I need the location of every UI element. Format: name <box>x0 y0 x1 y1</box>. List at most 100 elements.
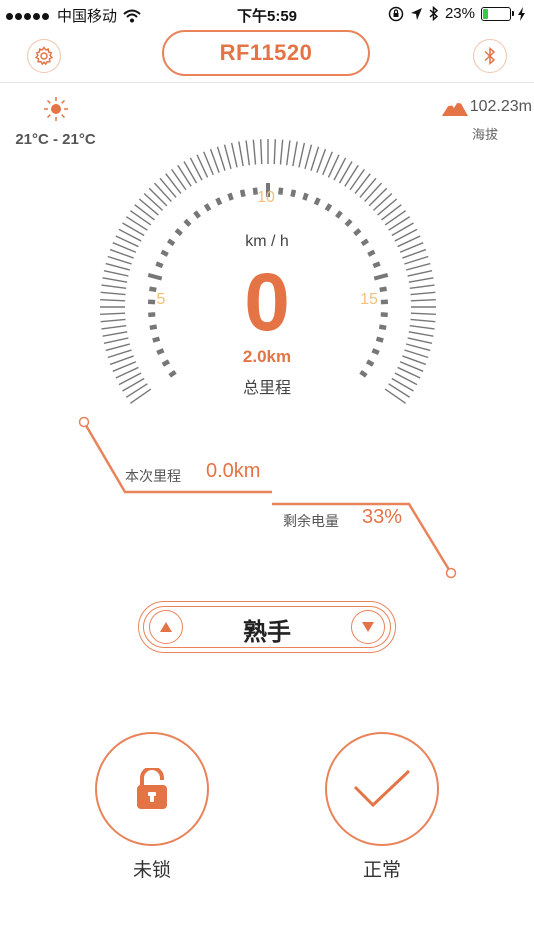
weather-block: 21°C - 21°C <box>8 96 103 148</box>
altitude-value: 102.23m <box>469 98 532 115</box>
outer-tick <box>310 146 320 171</box>
outer-tick <box>409 324 435 330</box>
inner-tick <box>227 192 234 201</box>
inner-tick <box>203 203 212 212</box>
outer-tick <box>177 164 192 187</box>
outer-tick <box>368 187 388 207</box>
outer-tick <box>171 168 187 191</box>
outer-tick <box>410 291 436 296</box>
outer-tick <box>285 140 291 166</box>
trip-distance-label: 本次里程 <box>125 468 181 484</box>
battery-remaining-label: 剩余电量 <box>283 513 339 529</box>
altitude-label: 海拔 <box>471 127 498 142</box>
info-connector-lines <box>78 416 457 579</box>
rotation-lock-icon <box>388 6 404 21</box>
inner-tick <box>371 348 380 356</box>
outer-tick <box>216 146 226 171</box>
bluetooth-icon <box>484 46 496 66</box>
bluetooth-button[interactable] <box>473 39 507 73</box>
outer-tick <box>259 139 263 165</box>
gear-icon <box>34 46 54 66</box>
inner-tick <box>344 218 353 227</box>
inner-tick <box>149 286 157 293</box>
outer-tick <box>153 182 172 203</box>
outer-tick <box>279 139 284 165</box>
outer-tick <box>381 204 402 221</box>
outer-tick <box>359 177 377 198</box>
inner-tick <box>365 359 375 367</box>
outer-tick <box>125 383 148 398</box>
outer-tick <box>102 331 128 337</box>
settings-button[interactable] <box>27 39 61 73</box>
outer-tick <box>405 343 431 352</box>
status-bar: 中国移动 下午5:59 23% <box>0 0 534 28</box>
outer-tick <box>109 355 134 366</box>
outer-tick <box>105 343 131 352</box>
outer-tick <box>100 291 126 296</box>
outer-tick <box>100 312 126 316</box>
outer-tick <box>101 324 127 330</box>
inner-tick <box>156 348 165 356</box>
outer-tick <box>407 337 433 345</box>
outer-tick <box>100 318 126 323</box>
inner-tick <box>375 336 384 343</box>
outer-tick <box>100 298 126 302</box>
battery-icon <box>481 6 514 21</box>
bluetooth-status-icon <box>429 6 439 21</box>
outer-tick <box>316 148 327 173</box>
outer-tick <box>354 173 371 194</box>
outer-tick <box>107 255 132 265</box>
outer-tick <box>410 312 436 316</box>
inner-tick <box>149 324 158 331</box>
inner-tick <box>302 192 309 201</box>
outer-tick <box>407 269 433 277</box>
outer-tick <box>103 337 129 345</box>
outer-tick <box>209 148 220 173</box>
inner-tick <box>215 197 223 206</box>
checkmark-icon <box>353 769 411 808</box>
outer-tick <box>364 182 383 203</box>
inner-tick <box>313 197 321 206</box>
outer-tick <box>377 198 398 216</box>
outer-tick <box>298 142 306 168</box>
inner-tick <box>379 286 387 293</box>
outer-tick <box>388 216 411 231</box>
outer-tick <box>349 168 365 191</box>
outer-tick <box>101 284 127 290</box>
outer-tick <box>404 349 429 359</box>
outer-tick <box>223 144 232 170</box>
total-distance-value: 2.0km <box>242 347 292 366</box>
app-header: RF11520 <box>0 28 534 83</box>
outer-tick <box>103 269 129 277</box>
lock-status-label: 未锁 <box>132 860 171 881</box>
outer-tick <box>408 277 434 283</box>
mode-down-button[interactable] <box>351 610 385 644</box>
outer-tick <box>138 198 159 216</box>
outer-tick <box>245 140 251 166</box>
lock-button[interactable] <box>95 732 209 846</box>
speed-value: 0 <box>244 257 290 348</box>
unlocked-padlock-icon <box>137 768 167 809</box>
inner-major-tick <box>147 272 163 281</box>
battery-remaining-value: 33% <box>362 506 403 528</box>
outer-tick <box>159 177 177 198</box>
outer-tick <box>405 262 431 271</box>
outer-tick <box>304 144 313 170</box>
riding-mode-selector: 熟手 <box>138 601 396 653</box>
inner-tick <box>155 261 164 269</box>
speed-unit: km / h <box>245 233 289 250</box>
altitude-block: 102.23m 海拔 <box>432 98 532 143</box>
outer-tick <box>129 210 152 226</box>
outer-tick <box>273 139 277 165</box>
triangle-down-icon <box>362 622 374 632</box>
device-name-button[interactable]: RF11520 <box>162 30 370 76</box>
inner-tick <box>367 249 376 257</box>
inner-tick <box>324 203 333 212</box>
outer-tick <box>129 388 152 404</box>
inner-tick <box>290 189 297 198</box>
inner-tick <box>378 324 387 331</box>
outer-tick <box>252 139 257 165</box>
outer-tick <box>134 204 155 221</box>
status-check-button[interactable] <box>325 732 439 846</box>
outer-tick <box>410 298 436 302</box>
